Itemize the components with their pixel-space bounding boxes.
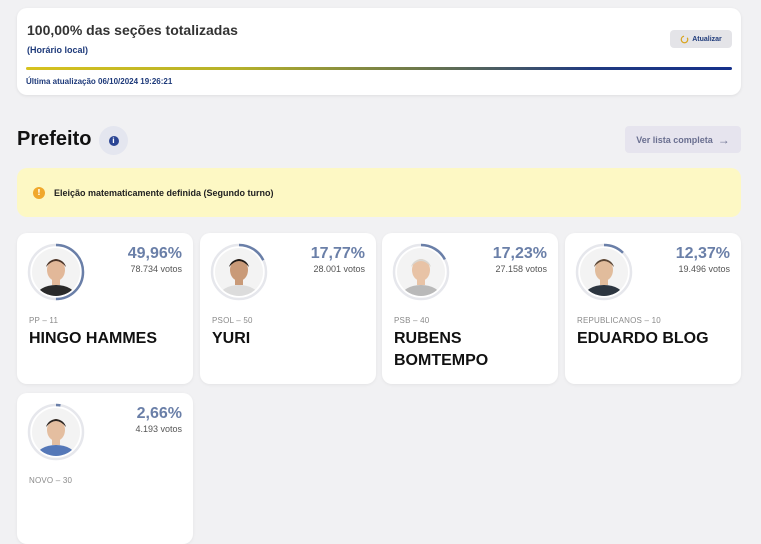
candidate-photo (580, 248, 628, 296)
candidate-photo (32, 248, 80, 296)
vote-percentage: 12,37% (675, 245, 730, 262)
totalization-title: 100,00% das seções totalizadas (27, 22, 238, 38)
vote-count: 27.158 votos (495, 264, 547, 274)
candidate-card[interactable]: 17,77% 28.001 votos PSOL – 50 YURI (200, 233, 376, 384)
candidate-photo (215, 248, 263, 296)
candidate-avatar (27, 403, 85, 461)
warning-icon: ! (33, 186, 45, 199)
party-number: NOVO – 30 (29, 476, 73, 485)
party-number: REPUBLICANOS – 10 (577, 316, 661, 325)
vote-count: 4.193 votos (135, 424, 182, 434)
candidate-name: HINGO HAMMES (29, 330, 157, 347)
candidate-avatar (392, 243, 450, 301)
refresh-label: Atualizar (692, 35, 722, 43)
candidate-name: YURI (212, 330, 251, 347)
candidate-avatar (27, 243, 85, 301)
view-full-list-label: Ver lista completa (636, 134, 713, 145)
progress-fill (26, 67, 732, 70)
info-button[interactable]: i (99, 126, 128, 155)
vote-count: 28.001 votos (313, 264, 365, 274)
refresh-button[interactable]: Atualizar (670, 30, 732, 48)
vote-percentage: 2,66% (136, 405, 182, 422)
candidate-card[interactable]: 12,37% 19.496 votos REPUBLICANOS – 10 EDUAR… (565, 233, 741, 384)
candidate-avatar (575, 243, 633, 301)
totalization-progress-bar (26, 67, 732, 70)
candidate-avatar (210, 243, 268, 301)
vote-percentage: 17,23% (492, 245, 547, 262)
view-full-list-button[interactable]: Ver lista completa → (625, 126, 741, 153)
party-number: PSOL – 50 (212, 316, 253, 325)
party-number: PP – 11 (29, 316, 59, 325)
party-number: PSB – 40 (394, 316, 430, 325)
refresh-icon (680, 35, 689, 44)
candidate-card[interactable]: 2,66% 4.193 votos NOVO – 30 (17, 393, 193, 544)
totalization-status-card: 100,00% das seções totalizadas (Horário … (17, 8, 741, 95)
candidate-card[interactable]: 49,96% 78.734 votos PP – 11 HINGO HAMMES (17, 233, 193, 384)
election-status-alert: ! Eleição matematicamente definida (Segu… (17, 168, 741, 217)
candidate-card[interactable]: 17,23% 27.158 votos PSB – 40 RUBENS BOMTEMP… (382, 233, 558, 384)
candidate-name: RUBENS BOMTEMPO (394, 330, 489, 369)
vote-percentage: 17,77% (310, 245, 365, 262)
candidate-photo (32, 408, 80, 456)
candidate-photo (397, 248, 445, 296)
alert-text: Eleição matematicamente definida (Segund… (54, 187, 274, 198)
vote-percentage: 49,96% (127, 245, 182, 262)
candidate-name: EDUARDO BLOG (577, 330, 709, 347)
arrow-right-icon: → (717, 132, 730, 147)
section-title: Prefeito (17, 128, 92, 150)
info-icon: i (108, 135, 119, 146)
vote-count: 19.496 votos (678, 264, 730, 274)
last-update-text: Última atualização 06/10/2024 19:26:21 (26, 77, 173, 86)
vote-count: 78.734 votos (130, 264, 182, 274)
timezone-note: (Horário local) (27, 45, 89, 55)
